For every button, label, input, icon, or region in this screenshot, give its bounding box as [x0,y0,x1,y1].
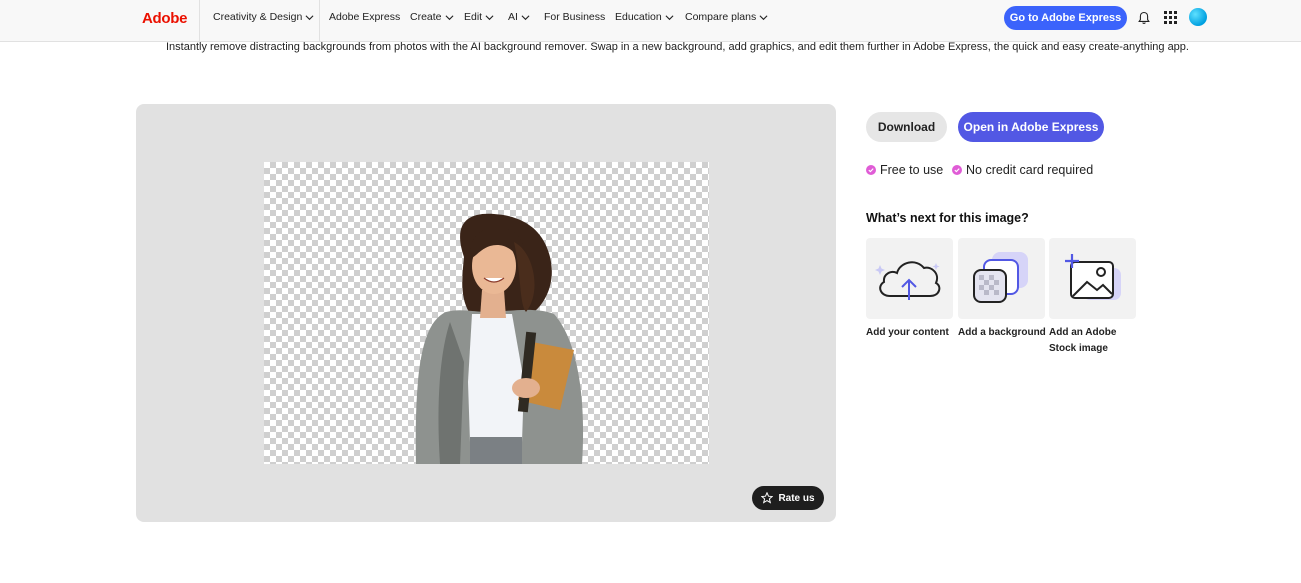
card-label-line: Add an Adobe [1049,327,1117,338]
chevron-down-icon [445,14,453,20]
download-button[interactable]: Download [866,112,947,142]
subject-image [415,213,584,464]
card-label-add-your-content[interactable]: Add your content [866,325,958,341]
nav-item-creativity-design[interactable]: Creativity & Design [213,11,314,23]
chevron-down-icon [759,14,768,20]
nav-item-for-business[interactable]: For Business [544,11,605,23]
nav-item-label: Compare plans [685,11,757,23]
bell-icon[interactable] [1137,11,1151,25]
avatar[interactable] [1189,8,1207,26]
card-label-line: Stock image [1049,343,1108,354]
perk-free-to-use: Free to use [866,163,943,177]
check-badge-icon [952,165,962,175]
nav-item-label: Create [410,11,442,23]
add-image-icon [1065,254,1121,300]
image-preview-panel: Rate us [136,104,836,522]
nav-divider [319,0,320,42]
apps-grid-icon[interactable] [1164,11,1177,24]
rate-us-label: Rate us [778,492,815,504]
go-to-adobe-express-button[interactable]: Go to Adobe Express [1004,6,1127,30]
nav-item-label: For Business [544,11,606,23]
perk-no-credit-card: No credit card required [952,163,1093,177]
page-description: Instantly remove distracting backgrounds… [166,41,1189,53]
perk-label: Free to use [880,163,944,177]
nav-item-label: Edit [464,11,483,23]
nav-item-ai[interactable]: AI [508,11,530,23]
nav-item-label: Education [615,11,662,23]
nav-item-label: Creativity & Design [213,11,303,23]
whats-next-heading: What’s next for this image? [866,211,1029,225]
nav-item-adobe-express[interactable]: Adobe Express [329,11,400,23]
nav-item-create[interactable]: Create [410,11,454,23]
nav-item-education[interactable]: Education [615,11,674,23]
transparent-canvas [264,162,709,464]
nav-divider [199,0,200,42]
card-add-adobe-stock-image[interactable] [1049,238,1136,319]
top-nav: Adobe Creativity & Design Adobe Express … [0,0,1301,42]
star-icon [761,492,774,504]
nav-item-compare-plans[interactable]: Compare plans [685,11,768,23]
open-in-adobe-express-button[interactable]: Open in Adobe Express [958,112,1104,142]
chevron-down-icon [305,14,314,20]
chevron-down-icon [665,14,674,20]
chevron-down-icon [485,14,494,20]
card-label-add-adobe-stock-image[interactable]: Add an Adobe Stock image [1049,325,1141,357]
nav-item-label: Adobe Express [329,11,401,23]
layers-background-icon [973,252,1028,303]
nav-item-label: AI [508,11,518,23]
chevron-down-icon [521,14,530,20]
adobe-logo[interactable]: Adobe [142,10,187,27]
card-add-your-content[interactable] [866,238,953,319]
perk-label: No credit card required [966,163,1094,177]
rate-us-button[interactable]: Rate us [752,486,824,510]
card-label-add-a-background[interactable]: Add a background [958,325,1050,341]
card-add-a-background[interactable] [958,238,1045,319]
check-badge-icon [866,165,876,175]
nav-item-edit[interactable]: Edit [464,11,494,23]
cloud-upload-icon [875,261,941,300]
